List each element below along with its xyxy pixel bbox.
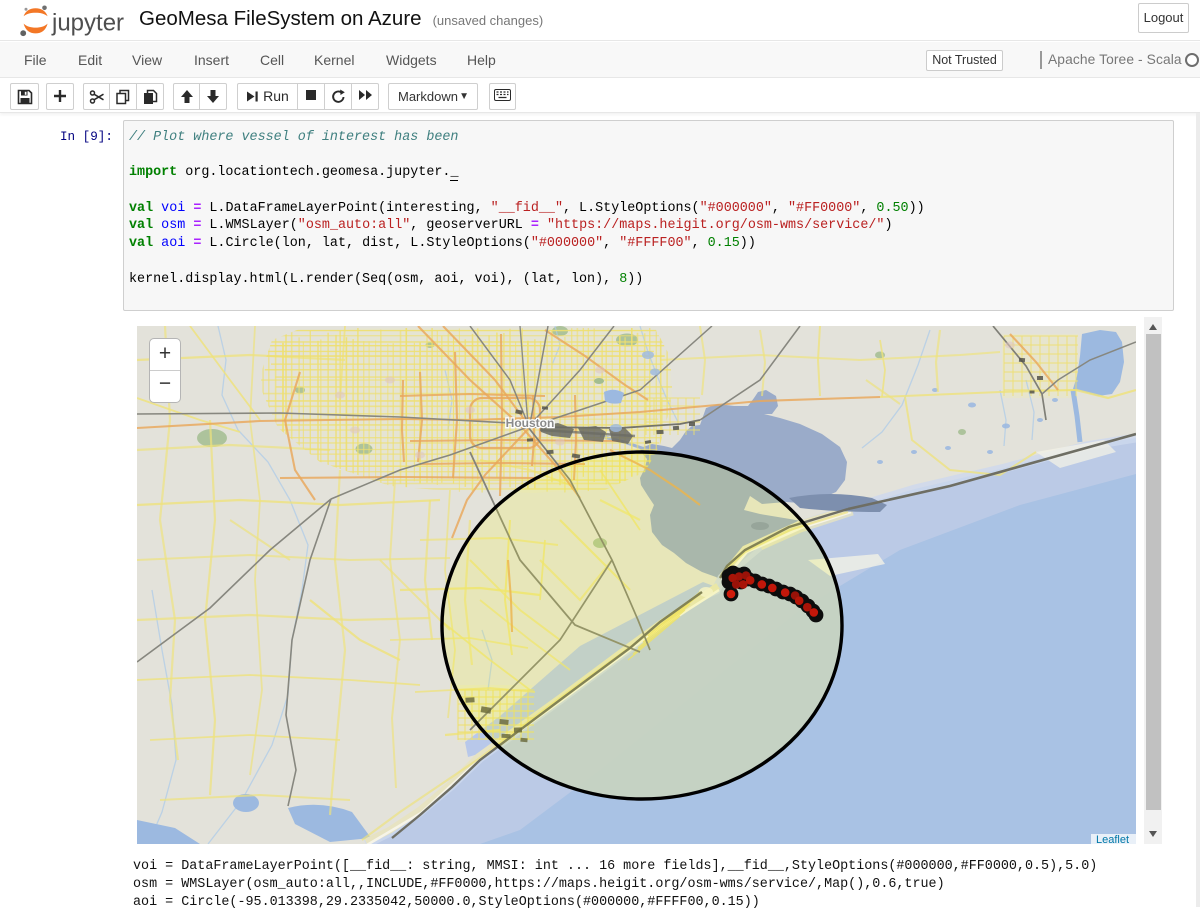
svg-text:jupyter: jupyter <box>51 10 124 37</box>
svg-text:Houston: Houston <box>506 416 555 430</box>
